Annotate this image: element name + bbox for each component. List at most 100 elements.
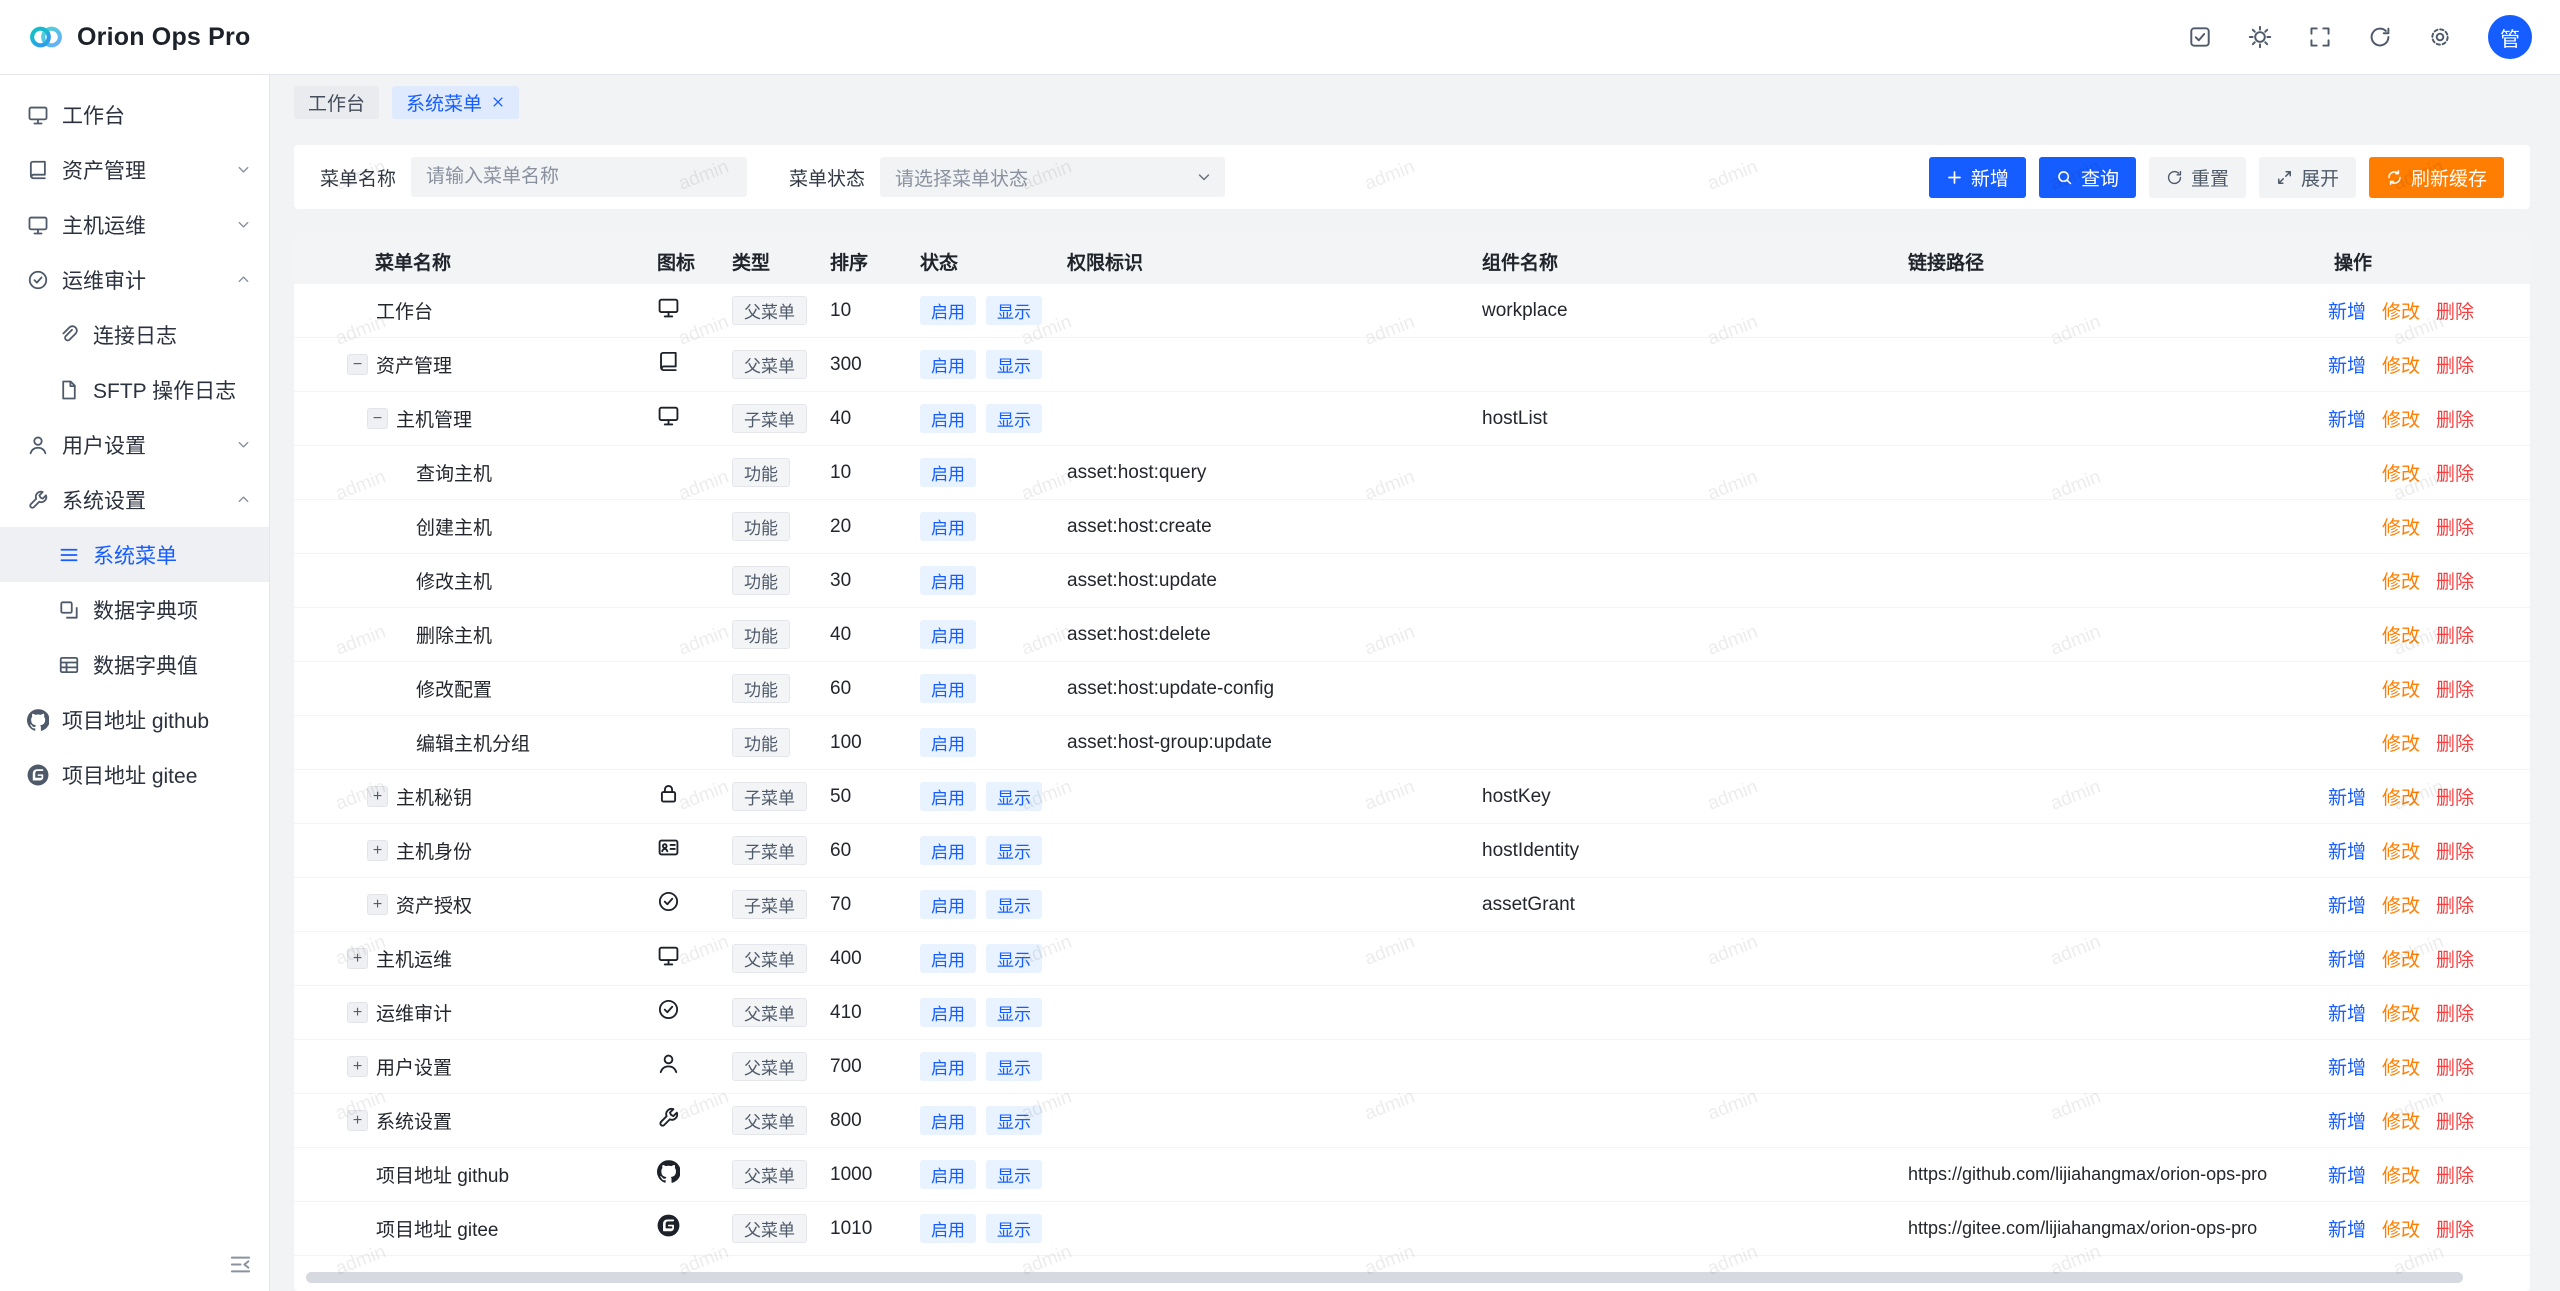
horizontal-scrollbar[interactable] (306, 1272, 2518, 1284)
status-cell: 启用 (920, 728, 1067, 757)
delete-action-link[interactable]: 删除 (2436, 567, 2474, 594)
row-expander-plus[interactable]: + (367, 894, 388, 915)
row-expander-plus[interactable]: + (367, 786, 388, 807)
add-action-link[interactable]: 新增 (2328, 945, 2366, 972)
search-button[interactable]: 查询 (2039, 157, 2136, 198)
row-expander-plus[interactable]: + (347, 1110, 368, 1131)
row-expander-minus[interactable]: − (367, 408, 388, 429)
add-action-link[interactable]: 新增 (2328, 783, 2366, 810)
add-button[interactable]: 新增 (1929, 157, 2026, 198)
permission-cell: asset:host:delete (1067, 624, 1482, 646)
row-expander-plus[interactable]: + (367, 840, 388, 861)
delete-action-link[interactable]: 删除 (2436, 837, 2474, 864)
edit-action-link[interactable]: 修改 (2382, 567, 2420, 594)
edit-action-link[interactable]: 修改 (2382, 945, 2420, 972)
expand-button[interactable]: 展开 (2259, 157, 2356, 198)
sidebar-item-gitee[interactable]: 项目地址 gitee (0, 747, 269, 802)
wrench-icon (657, 1106, 680, 1129)
sidebar-item-dict-value[interactable]: 数据字典值 (0, 637, 269, 692)
close-icon[interactable] (491, 95, 505, 109)
menu-name-cell: 删除主机 (320, 621, 657, 648)
add-action-link[interactable]: 新增 (2328, 837, 2366, 864)
edit-action-link[interactable]: 修改 (2382, 297, 2420, 324)
delete-action-link[interactable]: 删除 (2436, 1107, 2474, 1134)
edit-action-link[interactable]: 修改 (2382, 1107, 2420, 1134)
delete-action-link[interactable]: 删除 (2436, 513, 2474, 540)
sidebar-item-connect-log[interactable]: 连接日志 (0, 307, 269, 362)
menu-name-input[interactable] (411, 157, 747, 197)
status-tag: 显示 (986, 890, 1042, 919)
edit-action-link[interactable]: 修改 (2382, 513, 2420, 540)
delete-action-link[interactable]: 删除 (2436, 999, 2474, 1026)
delete-action-link[interactable]: 删除 (2436, 1215, 2474, 1242)
edit-action-link[interactable]: 修改 (2382, 729, 2420, 756)
edit-action-link[interactable]: 修改 (2382, 783, 2420, 810)
add-action-link[interactable]: 新增 (2328, 999, 2366, 1026)
dict-icon (58, 599, 80, 621)
refresh-icon[interactable] (2368, 25, 2392, 49)
edit-action-link[interactable]: 修改 (2382, 621, 2420, 648)
row-expander-plus[interactable]: + (347, 1056, 368, 1077)
sidebar-item-github[interactable]: 项目地址 github (0, 692, 269, 747)
edit-action-link[interactable]: 修改 (2382, 405, 2420, 432)
delete-action-link[interactable]: 删除 (2436, 891, 2474, 918)
edit-action-link[interactable]: 修改 (2382, 459, 2420, 486)
delete-action-link[interactable]: 删除 (2436, 783, 2474, 810)
delete-action-link[interactable]: 删除 (2436, 1161, 2474, 1188)
delete-action-link[interactable]: 删除 (2436, 459, 2474, 486)
sidebar-item-sftp-log[interactable]: SFTP 操作日志 (0, 362, 269, 417)
add-action-link[interactable]: 新增 (2328, 297, 2366, 324)
edit-action-link[interactable]: 修改 (2382, 1161, 2420, 1188)
add-action-link[interactable]: 新增 (2328, 1107, 2366, 1134)
scrollbar-thumb[interactable] (306, 1272, 2463, 1283)
add-action-link[interactable]: 新增 (2328, 1053, 2366, 1080)
delete-action-link[interactable]: 删除 (2436, 351, 2474, 378)
delete-action-link[interactable]: 删除 (2436, 945, 2474, 972)
table-icon (58, 654, 80, 676)
edit-action-link[interactable]: 修改 (2382, 351, 2420, 378)
add-action-link[interactable]: 新增 (2328, 1161, 2366, 1188)
delete-action-link[interactable]: 删除 (2436, 729, 2474, 756)
row-expander-plus[interactable]: + (347, 948, 368, 969)
delete-action-link[interactable]: 删除 (2436, 621, 2474, 648)
delete-action-link[interactable]: 删除 (2436, 1053, 2474, 1080)
refresh-cache-button[interactable]: 刷新缓存 (2369, 157, 2504, 198)
add-action-link[interactable]: 新增 (2328, 1215, 2366, 1242)
edit-action-link[interactable]: 修改 (2382, 999, 2420, 1026)
sidebar-item-system-menu[interactable]: 系统菜单 (0, 527, 269, 582)
sidebar-item-user-settings[interactable]: 用户设置 (0, 417, 269, 472)
sidebar-item-dict-key[interactable]: 数据字典项 (0, 582, 269, 637)
delete-action-link[interactable]: 删除 (2436, 297, 2474, 324)
reset-button[interactable]: 重置 (2149, 157, 2246, 198)
sidebar-item-ops-audit[interactable]: 运维审计 (0, 252, 269, 307)
edit-action-link[interactable]: 修改 (2382, 1053, 2420, 1080)
sidebar-item-system-settings[interactable]: 系统设置 (0, 472, 269, 527)
edit-action-link[interactable]: 修改 (2382, 675, 2420, 702)
tab-workbench[interactable]: 工作台 (294, 86, 379, 119)
tab-system-menu[interactable]: 系统菜单 (392, 86, 519, 119)
checkbox-icon[interactable] (2188, 25, 2212, 49)
gear-icon[interactable] (2428, 25, 2452, 49)
fullscreen-icon[interactable] (2308, 25, 2332, 49)
sidebar-item-host-ops[interactable]: 主机运维 (0, 197, 269, 252)
menu-name: 主机运维 (376, 945, 452, 972)
collapse-sidebar-button[interactable] (228, 1252, 253, 1277)
edit-action-link[interactable]: 修改 (2382, 891, 2420, 918)
gitee-icon (27, 764, 49, 786)
menu-status-select[interactable]: 请选择菜单状态 (880, 157, 1225, 197)
add-action-link[interactable]: 新增 (2328, 405, 2366, 432)
status-tag: 启用 (920, 296, 976, 325)
avatar[interactable]: 管 (2488, 15, 2532, 59)
delete-action-link[interactable]: 删除 (2436, 675, 2474, 702)
add-action-link[interactable]: 新增 (2328, 891, 2366, 918)
delete-action-link[interactable]: 删除 (2436, 405, 2474, 432)
add-action-link[interactable]: 新增 (2328, 351, 2366, 378)
row-expander-minus[interactable]: − (347, 354, 368, 375)
column-header: 权限标识 (1067, 248, 1482, 275)
sidebar-item-asset-management[interactable]: 资产管理 (0, 142, 269, 197)
sun-icon[interactable] (2248, 25, 2272, 49)
edit-action-link[interactable]: 修改 (2382, 1215, 2420, 1242)
edit-action-link[interactable]: 修改 (2382, 837, 2420, 864)
row-expander-plus[interactable]: + (347, 1002, 368, 1023)
sidebar-item-workbench[interactable]: 工作台 (0, 87, 269, 142)
